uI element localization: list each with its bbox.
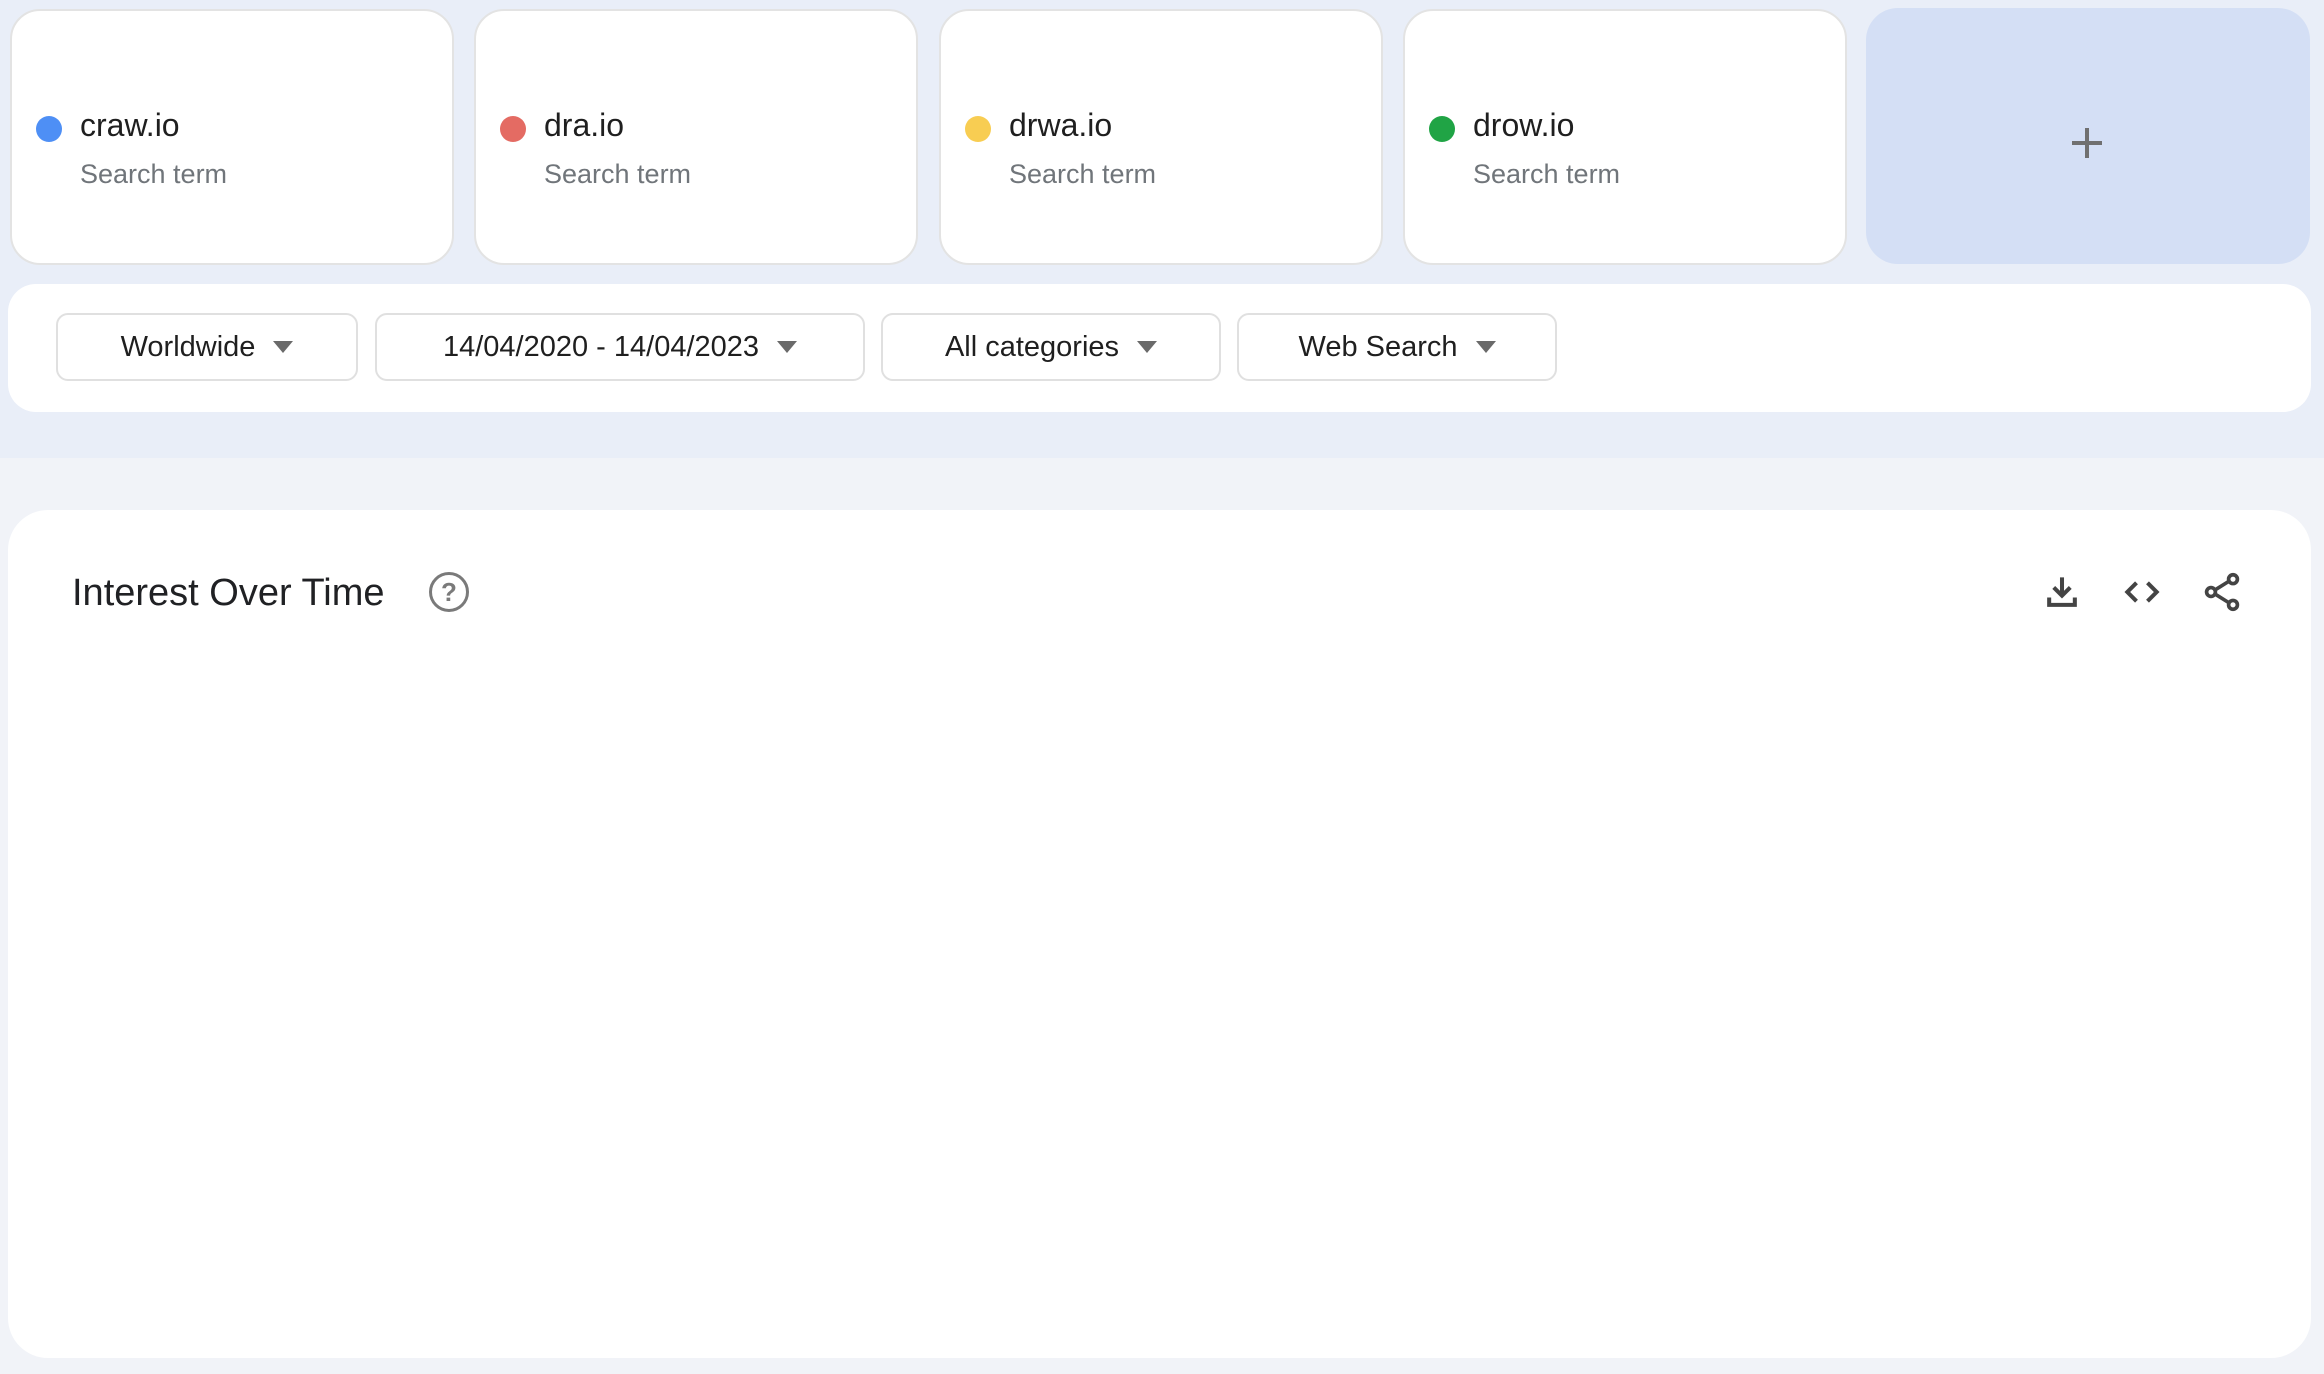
interest-chart: [0, 0, 2324, 1374]
